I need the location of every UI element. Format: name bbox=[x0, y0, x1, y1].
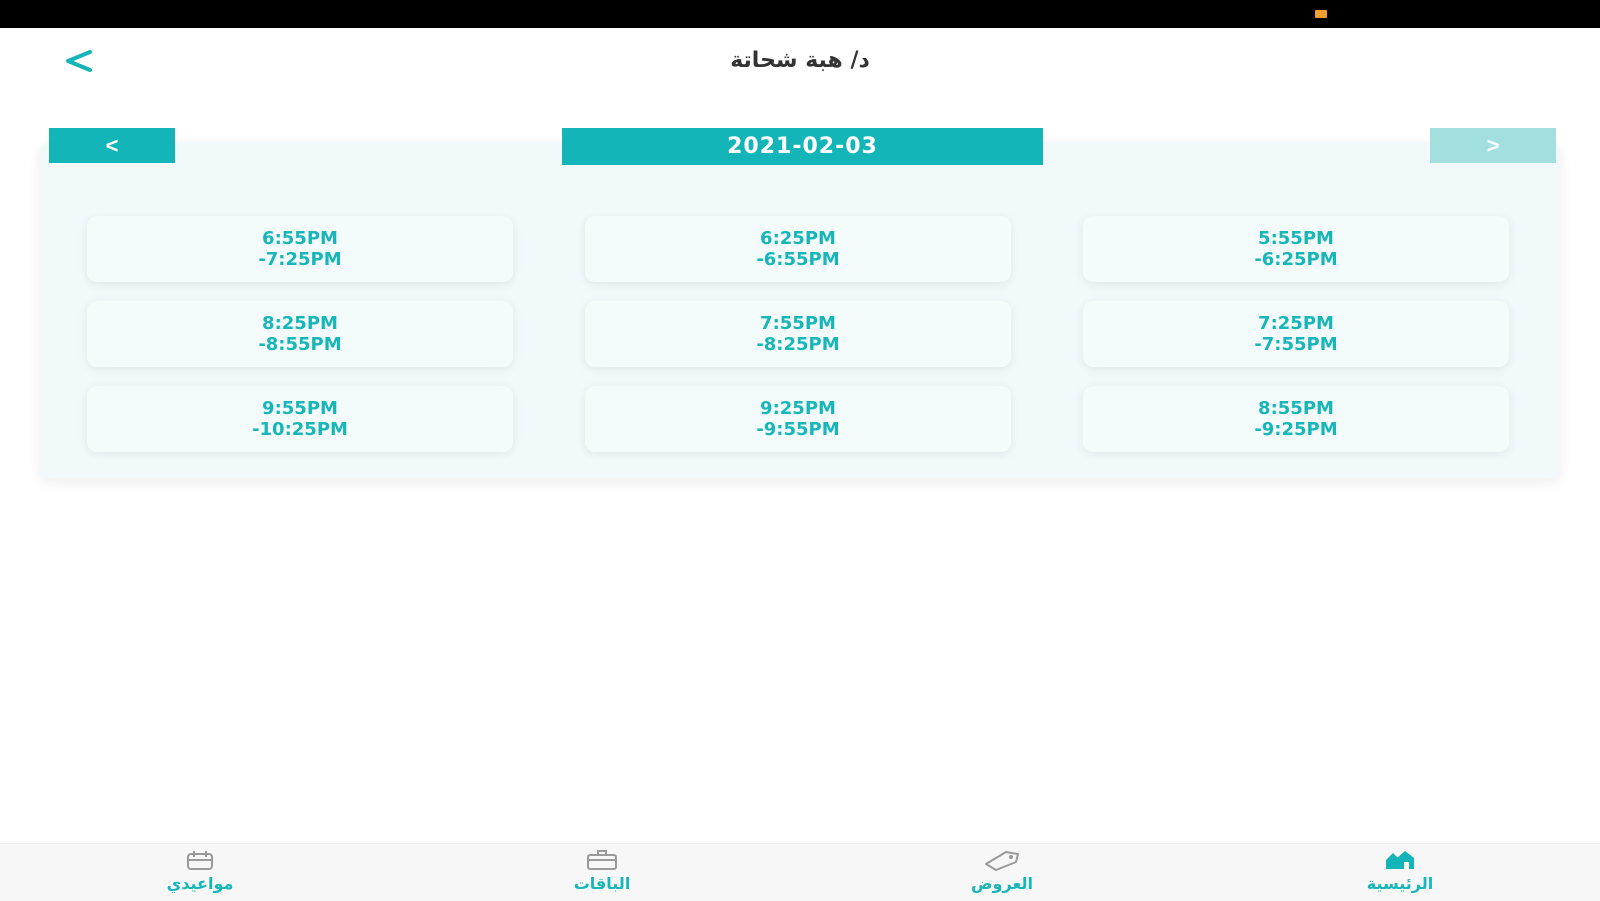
tab-my-appointments[interactable]: مواعيدي bbox=[100, 848, 300, 900]
tab-label: الرئيسية bbox=[1366, 874, 1434, 893]
chevron-left-icon bbox=[66, 50, 92, 72]
slot-end: -8:25PM bbox=[756, 334, 840, 355]
time-slot[interactable]: 7:25PM -7:55PM bbox=[1083, 301, 1509, 367]
time-slot[interactable]: 9:25PM -9:55PM bbox=[585, 386, 1011, 452]
slot-start: 6:55PM bbox=[262, 228, 338, 249]
tab-home[interactable]: الرئيسية bbox=[1300, 848, 1500, 900]
bottom-tab-bar: الرئيسية العروض الباقات مواعيدي bbox=[0, 843, 1600, 901]
previous-day-button[interactable]: < bbox=[49, 128, 175, 163]
slot-start: 5:55PM bbox=[1258, 228, 1334, 249]
slot-end: -6:55PM bbox=[756, 249, 840, 270]
slot-end: -10:25PM bbox=[252, 419, 348, 440]
slot-start: 8:25PM bbox=[262, 313, 338, 334]
time-slot[interactable]: 7:55PM -8:25PM bbox=[585, 301, 1011, 367]
slot-start: 8:55PM bbox=[1258, 398, 1334, 419]
time-slot[interactable]: 8:55PM -9:25PM bbox=[1083, 386, 1509, 452]
tab-offers[interactable]: العروض bbox=[902, 848, 1102, 900]
status-indicator bbox=[1315, 10, 1327, 18]
slot-start: 9:25PM bbox=[760, 398, 836, 419]
calendar-icon bbox=[180, 848, 220, 872]
package-icon bbox=[582, 848, 622, 872]
slot-end: -8:55PM bbox=[258, 334, 342, 355]
tab-packages[interactable]: الباقات bbox=[502, 848, 702, 900]
home-icon bbox=[1383, 848, 1417, 872]
tag-icon bbox=[982, 848, 1022, 872]
back-button[interactable] bbox=[58, 46, 108, 82]
time-slot[interactable]: 5:55PM -6:25PM bbox=[1083, 216, 1509, 282]
time-slot[interactable]: 6:55PM -7:25PM bbox=[87, 216, 513, 282]
slot-end: -7:25PM bbox=[258, 249, 342, 270]
tab-label: الباقات bbox=[573, 874, 631, 893]
time-slot[interactable]: 8:25PM -8:55PM bbox=[87, 301, 513, 367]
tab-label: مواعيدي bbox=[166, 874, 234, 893]
slot-end: -9:25PM bbox=[1254, 419, 1338, 440]
time-slot[interactable]: 9:55PM -10:25PM bbox=[87, 386, 513, 452]
slot-start: 9:55PM bbox=[262, 398, 338, 419]
slot-start: 7:25PM bbox=[1258, 313, 1334, 334]
selected-date: 2021-02-03 bbox=[562, 128, 1043, 165]
slot-end: -9:55PM bbox=[756, 419, 840, 440]
slot-start: 7:55PM bbox=[760, 313, 836, 334]
next-day-button[interactable]: > bbox=[1430, 128, 1556, 163]
status-bar bbox=[0, 0, 1600, 28]
time-slot[interactable]: 6:25PM -6:55PM bbox=[585, 216, 1011, 282]
slot-start: 6:25PM bbox=[760, 228, 836, 249]
app-header: د/ هبة شحاتة bbox=[0, 28, 1600, 100]
slot-end: -7:55PM bbox=[1254, 334, 1338, 355]
page-title: د/ هبة شحاتة bbox=[730, 48, 870, 73]
tab-label: العروض bbox=[971, 874, 1033, 893]
slot-end: -6:25PM bbox=[1254, 249, 1338, 270]
